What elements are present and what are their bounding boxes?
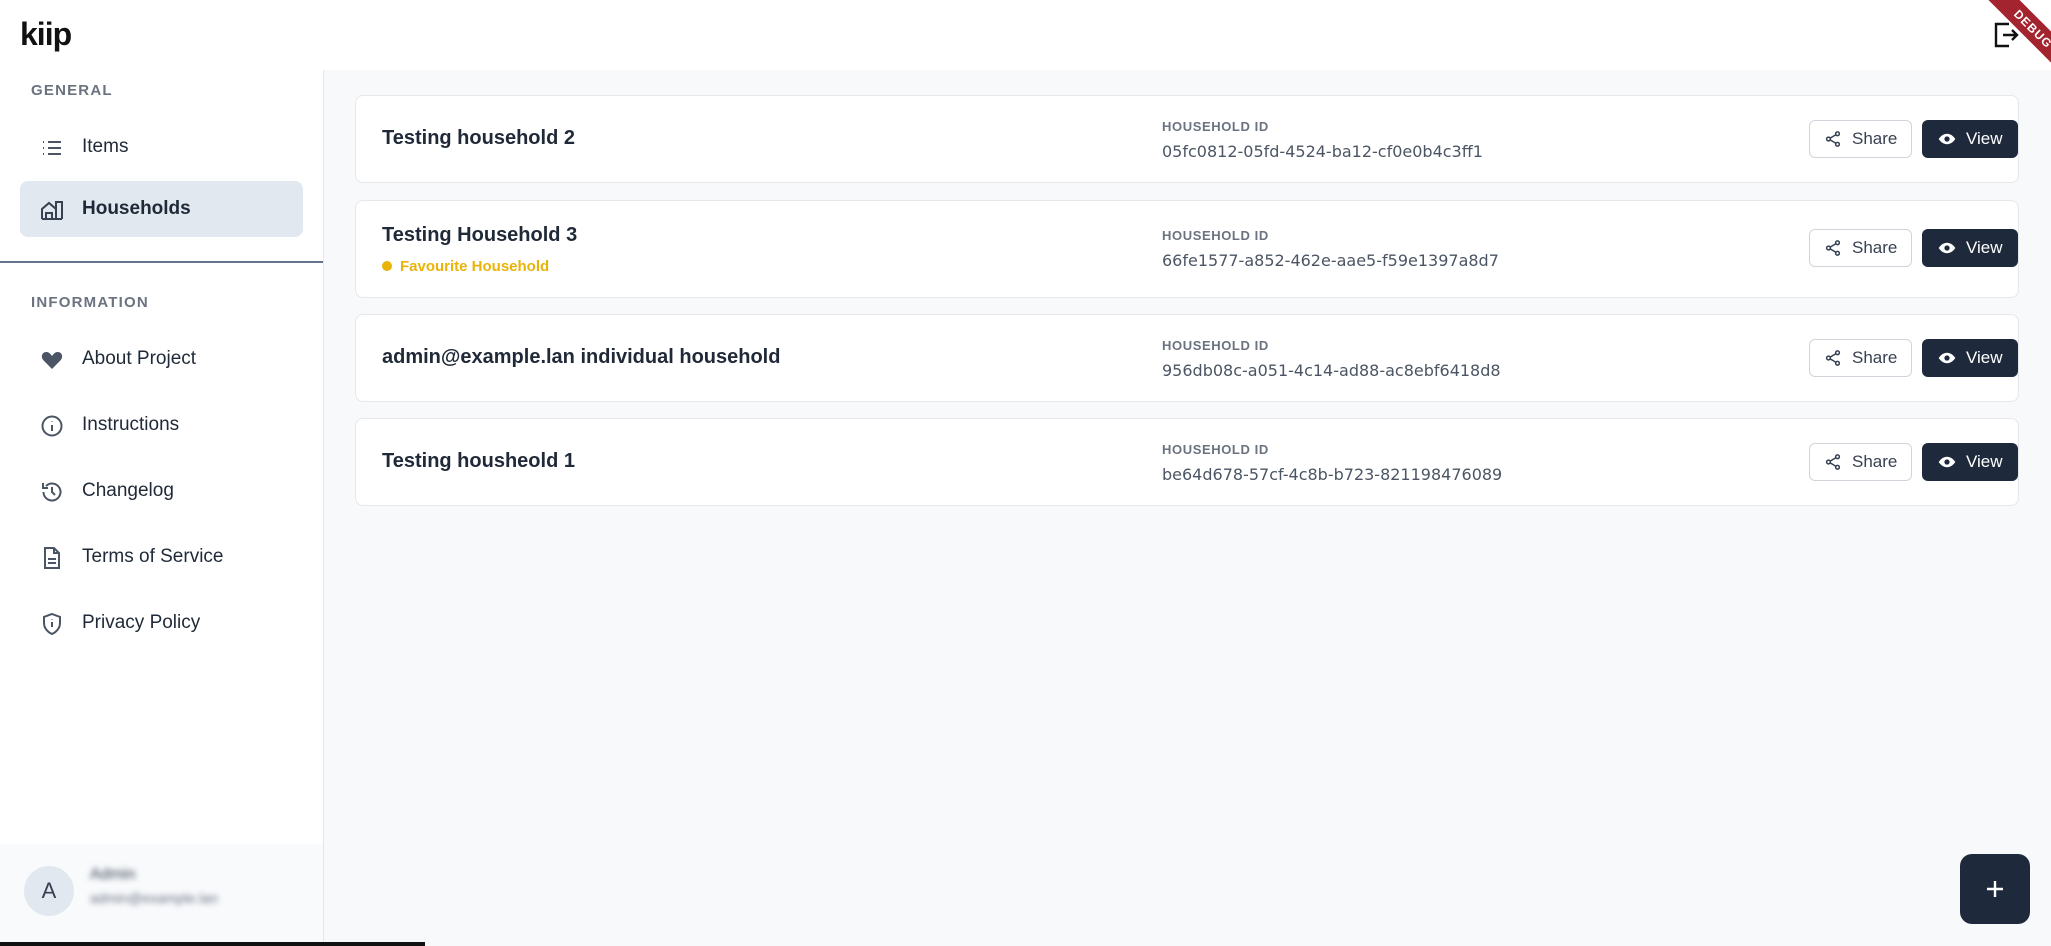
household-id-value: be64d678-57cf-4c8b-b723-821198476089	[1162, 465, 1503, 484]
share-button[interactable]: Share	[1809, 443, 1912, 481]
household-card: Testing housheold 1 HOUSEHOLD ID be64d67…	[355, 418, 2019, 506]
sidebar: GENERAL Items Households INFORMATION Abo…	[0, 70, 324, 946]
share-label: Share	[1852, 129, 1898, 148]
info-icon	[40, 414, 64, 438]
document-icon	[40, 546, 64, 570]
sidebar-item-about-project[interactable]: About Project	[20, 331, 303, 387]
top-bar: kiip DEBUG	[0, 0, 2051, 83]
household-id-label: HOUSEHOLD ID	[1162, 228, 1269, 243]
view-button[interactable]: View	[1922, 120, 2018, 158]
household-card: admin@example.lan individual household H…	[355, 314, 2019, 402]
household-icon	[40, 198, 64, 222]
sidebar-divider	[0, 261, 323, 263]
view-button[interactable]: View	[1922, 443, 2018, 481]
section-title-general: GENERAL	[31, 82, 113, 99]
favourite-label: Favourite Household	[400, 258, 550, 275]
sidebar-item-label: Changelog	[82, 480, 174, 501]
heart-icon	[40, 348, 64, 372]
household-id-value: 956db08c-a051-4c14-ad88-ac8ebf6418d8	[1162, 361, 1501, 380]
app-logo: kiip	[20, 16, 72, 52]
avatar: A	[24, 866, 74, 916]
user-name: Admin	[90, 866, 136, 883]
household-card: Testing Household 3 Favourite Household …	[355, 200, 2019, 298]
sidebar-item-label: Terms of Service	[82, 546, 224, 567]
eye-icon	[1938, 133, 1956, 145]
household-name: Testing household 2	[382, 127, 575, 149]
history-icon	[40, 480, 64, 504]
add-household-button[interactable]	[1960, 854, 2030, 924]
share-icon	[1825, 350, 1841, 366]
view-label: View	[1966, 129, 2003, 148]
plus-icon	[1987, 881, 2003, 897]
eye-icon	[1938, 242, 1956, 254]
household-id-label: HOUSEHOLD ID	[1162, 442, 1269, 457]
household-id-value: 66fe1577-a852-462e-aae5-f59e1397a8d7	[1162, 251, 1499, 270]
shield-icon	[40, 612, 64, 636]
section-title-information: INFORMATION	[31, 294, 149, 311]
share-button[interactable]: Share	[1809, 229, 1912, 267]
sidebar-item-label: Privacy Policy	[82, 612, 201, 633]
share-label: Share	[1852, 452, 1898, 471]
sidebar-item-label: Items	[82, 136, 129, 157]
favourite-dot-icon	[382, 261, 392, 272]
user-profile[interactable]: A Admin admin@example.lan	[0, 844, 323, 946]
favourite-badge: Favourite Household	[382, 258, 549, 275]
household-name: admin@example.lan individual household	[382, 346, 781, 368]
share-icon	[1825, 454, 1841, 470]
main-content: Testing household 2 HOUSEHOLD ID 05fc081…	[324, 70, 2051, 946]
eye-icon	[1938, 352, 1956, 364]
view-button[interactable]: View	[1922, 229, 2018, 267]
share-label: Share	[1852, 348, 1898, 367]
sidebar-item-label: Instructions	[82, 414, 180, 435]
sidebar-item-terms-of-service[interactable]: Terms of Service	[20, 529, 303, 585]
horizontal-scrollbar[interactable]	[0, 942, 425, 946]
view-label: View	[1966, 348, 2003, 367]
household-name: Testing Household 3	[382, 224, 578, 246]
eye-icon	[1938, 456, 1956, 468]
sidebar-item-label: Households	[82, 198, 191, 219]
share-label: Share	[1852, 238, 1898, 257]
share-icon	[1825, 131, 1841, 147]
household-id-label: HOUSEHOLD ID	[1162, 338, 1269, 353]
household-id-label: HOUSEHOLD ID	[1162, 119, 1269, 134]
household-card: Testing household 2 HOUSEHOLD ID 05fc081…	[355, 95, 2019, 183]
sidebar-item-changelog[interactable]: Changelog	[20, 463, 303, 519]
household-id-value: 05fc0812-05fd-4524-ba12-cf0e0b4c3ff1	[1162, 142, 1483, 161]
view-button[interactable]: View	[1922, 339, 2018, 377]
sidebar-item-instructions[interactable]: Instructions	[20, 397, 303, 453]
share-button[interactable]: Share	[1809, 339, 1912, 377]
user-email: admin@example.lan	[90, 890, 218, 906]
list-icon	[40, 136, 64, 160]
sidebar-item-households[interactable]: Households	[20, 181, 303, 237]
view-label: View	[1966, 452, 2003, 471]
sidebar-item-privacy-policy[interactable]: Privacy Policy	[20, 595, 303, 651]
share-button[interactable]: Share	[1809, 120, 1912, 158]
view-label: View	[1966, 238, 2003, 257]
household-name: Testing housheold 1	[382, 450, 575, 472]
sidebar-item-label: About Project	[82, 348, 197, 369]
sidebar-item-items[interactable]: Items	[20, 119, 303, 175]
share-icon	[1825, 240, 1841, 256]
